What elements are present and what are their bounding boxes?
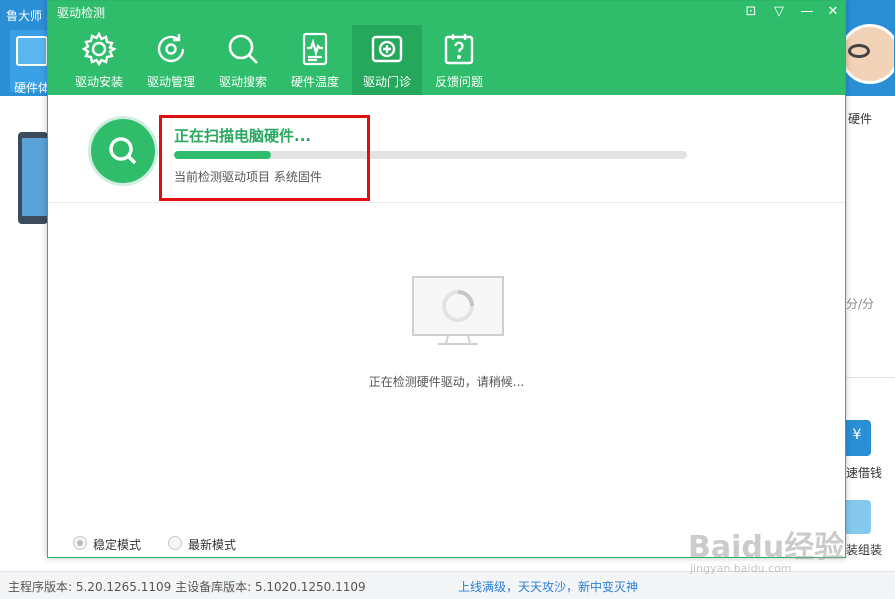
hardware-tab-label: 硬件体 xyxy=(14,81,51,95)
avatar[interactable] xyxy=(838,22,894,94)
monitor-icon xyxy=(16,36,48,66)
search-icon xyxy=(228,34,258,64)
tab-label: 驱动管理 xyxy=(146,75,195,89)
right-item-loan[interactable]: 速借钱 xyxy=(846,464,882,481)
tab-label: 驱动安装 xyxy=(74,75,123,89)
loan-icon[interactable]: ¥ xyxy=(843,420,871,456)
minimize-icon[interactable]: — xyxy=(798,3,816,21)
tab-hardware-temp[interactable]: 硬件温度 xyxy=(280,25,350,95)
first-aid-icon xyxy=(371,35,403,63)
driver-detect-dialog: 驱动检测 ⊡ ▽ — ✕ 驱动安装 驱动管理 驱动搜索 硬件温度 驱动门诊 反馈… xyxy=(47,0,846,558)
tab-label: 驱动门诊 xyxy=(362,75,411,89)
menu-icon[interactable]: ▽ xyxy=(770,3,788,21)
version-info: 主程序版本: 5.20.1265.1109 主设备库版本: 5.1020.125… xyxy=(8,580,366,594)
status-bar: 主程序版本: 5.20.1265.1109 主设备库版本: 5.1020.125… xyxy=(0,571,895,599)
tab-driver-install[interactable]: 驱动安装 xyxy=(64,25,134,95)
radio-latest[interactable] xyxy=(168,536,182,550)
dialog-title: 驱动检测 xyxy=(57,6,106,20)
radio-stable[interactable] xyxy=(73,536,87,550)
device-illustration xyxy=(18,132,48,224)
promo-link[interactable]: 上线满级，天天攻沙，新中变灭神 xyxy=(458,578,638,595)
skin-icon[interactable]: ⊡ xyxy=(742,3,760,21)
dialog-header: 驱动检测 ⊡ ▽ — ✕ 驱动安装 驱动管理 驱动搜索 硬件温度 驱动门诊 反馈… xyxy=(48,1,845,95)
refresh-gear-icon xyxy=(157,34,185,63)
tab-label: 反馈问题 xyxy=(434,75,483,89)
thermometer-icon xyxy=(302,32,328,66)
radio-stable-label[interactable]: 稳定模式 xyxy=(93,536,141,553)
tab-label: 驱动搜索 xyxy=(218,75,267,89)
close-icon[interactable]: ✕ xyxy=(824,3,842,21)
divider xyxy=(846,377,895,378)
device-screen xyxy=(22,138,48,216)
assembly-icon[interactable] xyxy=(843,500,871,534)
right-item-score: 分/分 xyxy=(846,297,875,311)
watermark-url: jingyan.baidu.com xyxy=(690,562,792,575)
tab-driver-search[interactable]: 驱动搜索 xyxy=(208,25,278,95)
tab-driver-clinic[interactable]: 驱动门诊 xyxy=(352,25,422,95)
annotation-highlight-box xyxy=(159,115,370,201)
right-item-assembly[interactable]: 装组装 xyxy=(846,541,882,558)
right-item-hardware[interactable]: 硬件 xyxy=(848,110,872,127)
radio-latest-label[interactable]: 最新模式 xyxy=(188,536,236,553)
scan-status-badge xyxy=(91,119,155,183)
feedback-icon xyxy=(444,34,474,65)
avatar-glasses xyxy=(848,44,870,58)
magnifier-icon xyxy=(109,137,137,165)
tab-driver-manage[interactable]: 驱动管理 xyxy=(136,25,206,95)
loading-message: 正在检测硬件驱动，请稍候... xyxy=(368,375,525,389)
tab-label: 硬件温度 xyxy=(290,75,339,89)
gear-icon xyxy=(81,31,117,67)
tab-feedback[interactable]: 反馈问题 xyxy=(424,25,494,95)
watermark-logo: Baidu经验 xyxy=(688,530,845,565)
monitor-loading-icon xyxy=(412,276,504,345)
